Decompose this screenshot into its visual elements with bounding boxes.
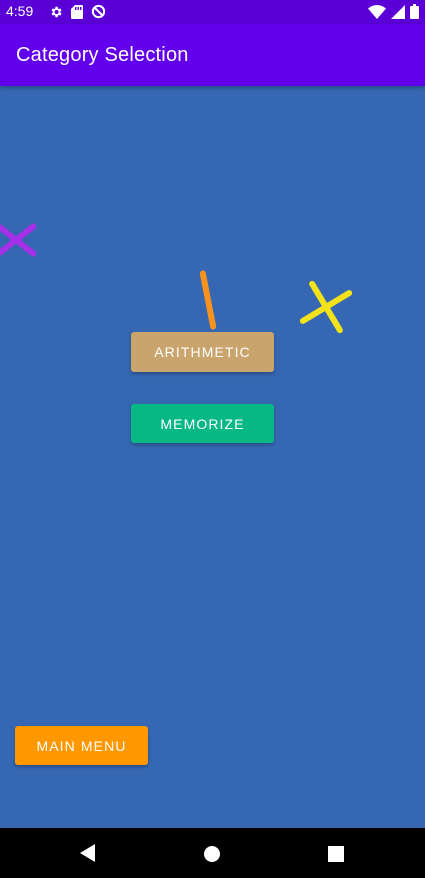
- main-menu-button[interactable]: MAIN MENU: [15, 726, 148, 765]
- wifi-icon: [368, 4, 386, 19]
- memorize-button[interactable]: MEMORIZE: [131, 404, 274, 443]
- category-content: ARITHMETIC MEMORIZE MAIN MENU: [0, 86, 425, 828]
- back-icon[interactable]: [80, 844, 95, 862]
- status-icons-right: [368, 4, 419, 19]
- app-bar: Category Selection: [0, 24, 425, 86]
- orange-stick: [199, 269, 217, 331]
- gear-icon: [51, 6, 62, 17]
- recents-icon[interactable]: [328, 846, 344, 862]
- data-saver-icon: [91, 4, 106, 19]
- signal-icon: [391, 4, 405, 19]
- status-time: 4:59: [6, 3, 34, 19]
- arithmetic-button[interactable]: ARITHMETIC: [131, 332, 274, 372]
- battery-icon: [410, 4, 419, 19]
- home-icon[interactable]: [204, 846, 220, 862]
- status-bar: 4:59: [0, 0, 425, 24]
- yellow-x-stroke-2: [298, 288, 354, 326]
- sd-card-icon: [71, 4, 83, 19]
- status-icons-left: [49, 4, 106, 19]
- navigation-bar: [0, 828, 425, 878]
- page-title: Category Selection: [16, 44, 189, 66]
